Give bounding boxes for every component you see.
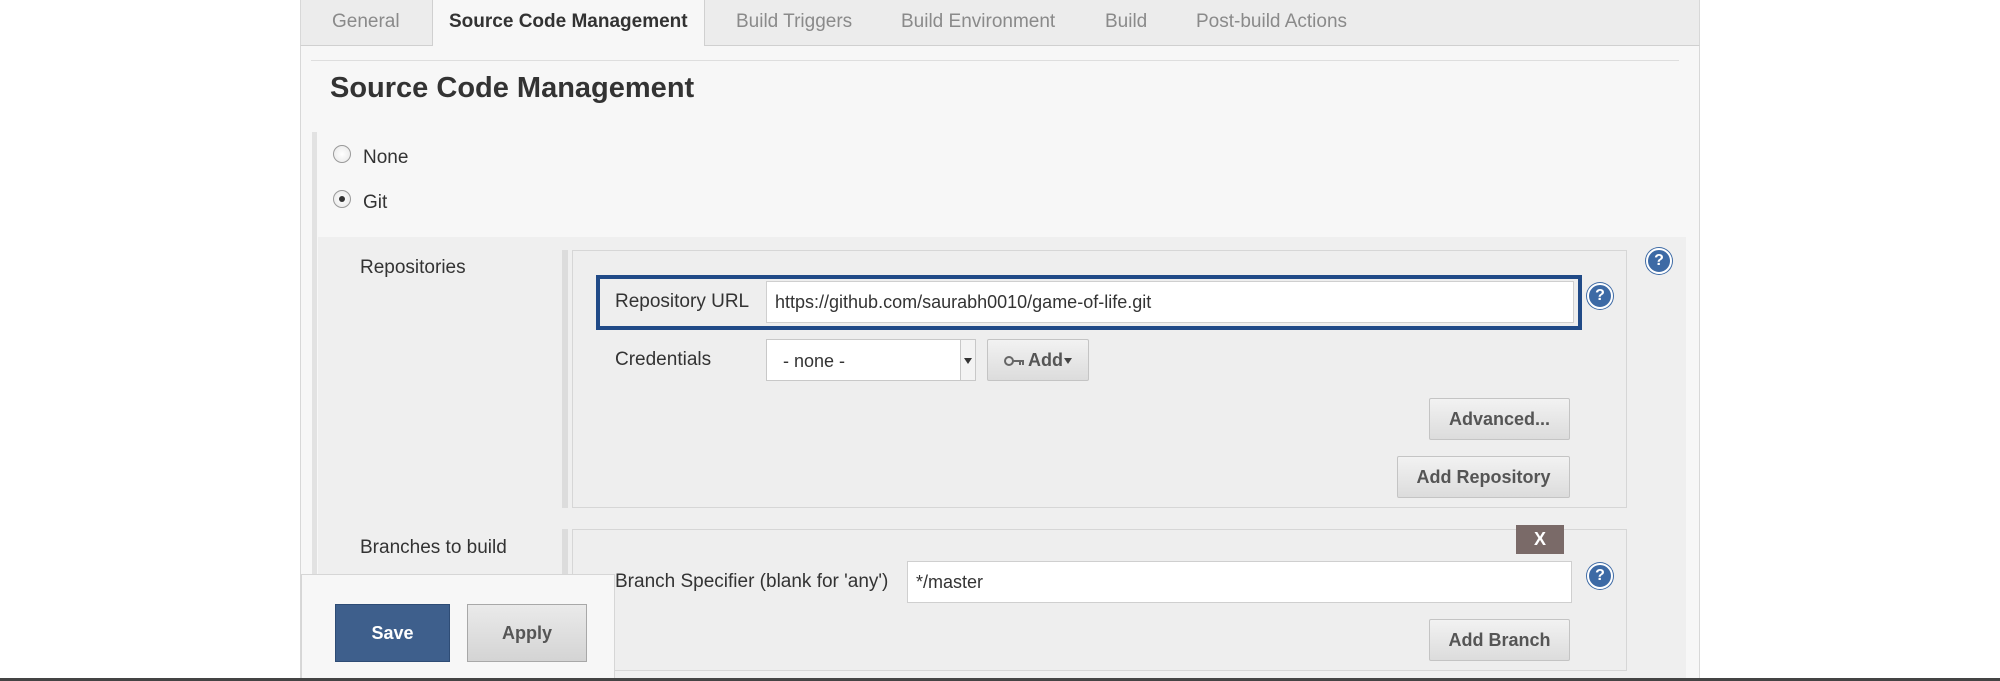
branches-to-build-label: Branches to build <box>360 537 507 558</box>
credentials-label: Credentials <box>615 349 712 370</box>
advanced-button[interactable]: Advanced... <box>1429 398 1570 440</box>
chevron-down-icon <box>960 340 975 380</box>
scm-git-radio[interactable] <box>333 190 351 208</box>
apply-button[interactable]: Apply <box>467 604 587 662</box>
delete-branch-button[interactable]: X <box>1516 525 1564 554</box>
scm-none-label: None <box>363 147 409 168</box>
tab-post-build-actions[interactable]: Post-build Actions <box>1196 0 1347 45</box>
branch-specifier-input[interactable]: */master <box>907 561 1572 603</box>
repositories-help-icon[interactable]: ? <box>1646 248 1672 274</box>
add-credentials-button[interactable]: Add <box>987 339 1089 381</box>
tab-build[interactable]: Build <box>1105 0 1147 45</box>
scm-git-label: Git <box>363 192 388 213</box>
repository-url-label: Repository URL <box>615 291 750 312</box>
add-credentials-label: Add <box>1028 350 1063 370</box>
add-repository-button[interactable]: Add Repository <box>1397 456 1570 498</box>
branch-specifier-label: Branch Specifier (blank for 'any') <box>615 571 889 592</box>
credentials-select-value: - none - <box>783 351 846 371</box>
section-divider <box>311 60 1679 61</box>
key-icon <box>1004 341 1026 381</box>
scm-none-radio[interactable] <box>333 145 351 163</box>
config-tab-bar: General Source Code Management Build Tri… <box>300 0 1700 46</box>
add-branch-button[interactable]: Add Branch <box>1429 619 1570 661</box>
branch-specifier-help-icon[interactable]: ? <box>1587 563 1613 589</box>
tab-build-triggers[interactable]: Build Triggers <box>736 0 852 45</box>
repository-url-input[interactable]: https://github.com/saurabh0010/game-of-l… <box>766 281 1574 323</box>
dropdown-caret-icon <box>1064 358 1072 365</box>
tab-build-environment[interactable]: Build Environment <box>901 0 1055 45</box>
tab-general[interactable]: General <box>332 0 400 45</box>
tab-source-code-management[interactable]: Source Code Management <box>432 0 705 46</box>
repository-url-help-icon[interactable]: ? <box>1587 283 1613 309</box>
save-button[interactable]: Save <box>335 604 450 662</box>
repositories-bar <box>562 250 568 508</box>
section-title: Source Code Management <box>330 72 695 104</box>
credentials-select[interactable]: - none - <box>766 339 976 381</box>
repositories-label: Repositories <box>360 257 466 278</box>
